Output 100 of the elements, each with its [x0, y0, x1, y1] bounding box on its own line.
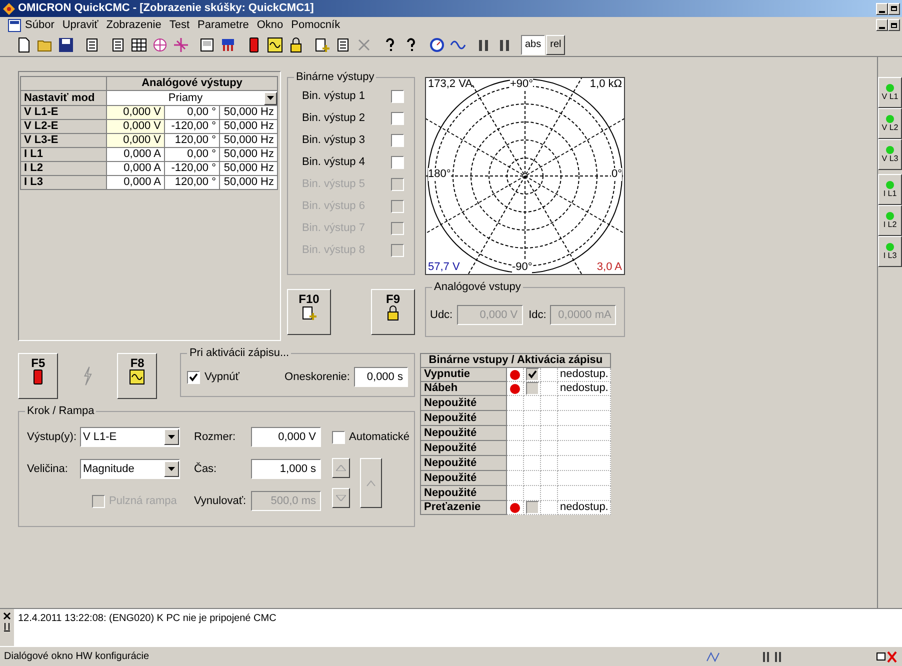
f9-button[interactable]: F9: [371, 289, 415, 335]
channel-button[interactable]: I L3: [878, 236, 902, 267]
checkbox[interactable]: [526, 501, 538, 514]
led-icon: [886, 84, 894, 92]
led-icon: [510, 502, 520, 512]
toolbar-toggle[interactable]: rel: [546, 34, 566, 54]
f5-button[interactable]: F5: [18, 353, 58, 399]
up-triangle-icon: [336, 465, 346, 471]
ramp-button[interactable]: [360, 458, 382, 508]
pin-icon[interactable]: [3, 622, 11, 632]
output-label: Bin. výstup 3: [302, 134, 365, 147]
ramp-icon: [366, 479, 376, 487]
sine-wave-icon: [267, 36, 283, 52]
channel-button[interactable]: I L1: [878, 174, 902, 205]
table-cell[interactable]: 120,00 °: [164, 134, 220, 148]
checkbox[interactable]: [187, 370, 200, 384]
f8-button[interactable]: F8: [117, 353, 158, 399]
table-cell[interactable]: 50,000 Hz: [220, 120, 278, 134]
mode-dropdown[interactable]: Priamy: [107, 91, 277, 105]
grid-icon: [131, 36, 147, 52]
checkbox[interactable]: [526, 382, 538, 395]
output-label: Bin. výstup 4: [302, 156, 365, 169]
trip-label: Vypnúť: [204, 370, 240, 385]
polar-icon: [152, 36, 168, 52]
power-reading: 173,2 VA: [428, 78, 472, 91]
table-cell[interactable]: 50,000 Hz: [220, 134, 278, 148]
page-plus-icon: [301, 305, 317, 321]
input-field[interactable]: 0,000 s: [354, 367, 408, 387]
table-cell[interactable]: 50,000 Hz: [220, 106, 278, 120]
circle-icon: [429, 36, 445, 52]
menu-item[interactable]: Súbor: [21, 18, 58, 32]
row-header: Nepoužité: [420, 486, 506, 500]
checkbox[interactable]: [92, 494, 105, 508]
voltage-scale: 57,7 V: [428, 261, 460, 274]
menu-item[interactable]: Zobrazenie: [102, 18, 166, 32]
checkbox[interactable]: [391, 156, 404, 169]
menu-item[interactable]: Parametre: [194, 18, 253, 32]
checkbox[interactable]: [526, 368, 538, 381]
led-icon: [510, 370, 520, 380]
table-cell[interactable]: 0,000 V: [106, 106, 164, 120]
row-header: Nepoužité: [420, 470, 506, 486]
restore-icon[interactable]: [888, 19, 900, 31]
table-cell[interactable]: -120,00 °: [164, 120, 220, 134]
table-cell[interactable]: 0,000 A: [106, 162, 164, 176]
checkbox[interactable]: [391, 134, 404, 147]
padlock-icon: [385, 305, 401, 321]
table-cell[interactable]: 0,000 V: [106, 120, 164, 134]
table-cell[interactable]: -120,00 °: [164, 162, 220, 176]
row-header: Nábeh: [420, 382, 506, 396]
table-cell[interactable]: 50,000 Hz: [220, 148, 278, 162]
channel-button[interactable]: V L2: [878, 108, 902, 139]
table-cell[interactable]: 0,00 °: [164, 106, 220, 120]
step-up-button[interactable]: [332, 458, 350, 478]
minimize-icon[interactable]: [876, 19, 888, 31]
restore-icon[interactable]: [888, 2, 900, 14]
f10-button[interactable]: F10: [287, 289, 331, 335]
input-field[interactable]: 0,000 V: [251, 427, 321, 447]
table-cell[interactable]: 0,000 A: [106, 176, 164, 190]
crosshair-icon: [173, 36, 189, 52]
menu-item[interactable]: Okno: [252, 18, 288, 32]
table-cell[interactable]: 50,000 Hz: [220, 176, 278, 190]
window-title: OMICRON QuickCMC - [Zobrazenie skúšky: QuickCMC1]: [18, 2, 315, 15]
row-header: Nepoužité: [420, 440, 506, 456]
wave-icon: [706, 650, 722, 662]
dropdown[interactable]: V L1-E: [80, 427, 180, 447]
toolbar-toggle[interactable]: abs: [521, 34, 546, 54]
channel-button[interactable]: I L2: [878, 205, 902, 236]
dropdown[interactable]: Magnitude: [80, 459, 180, 479]
close-icon[interactable]: [3, 612, 11, 620]
row-header: Vypnutie: [420, 368, 506, 382]
checkbox[interactable]: [391, 112, 404, 125]
step-down-button[interactable]: [332, 488, 350, 508]
angle-label: +90°: [510, 78, 534, 91]
angle-label: 0°: [611, 168, 622, 181]
row-header: Nepoužité: [420, 456, 506, 470]
menu-item[interactable]: Test: [165, 18, 194, 32]
table-header: Analógové výstupy: [106, 76, 278, 90]
table-cell[interactable]: 50,000 Hz: [220, 162, 278, 176]
channel-button[interactable]: V L3: [878, 139, 902, 170]
row-header: Nepoužité: [420, 426, 506, 440]
checkbox[interactable]: [391, 90, 404, 103]
menu-item[interactable]: Pomocník: [287, 18, 344, 32]
impedance-reading: 1,0 kΩ: [590, 78, 622, 91]
menu-item[interactable]: Upraviť: [58, 18, 102, 32]
row-header: I L3: [20, 176, 106, 190]
row-header: Nepoužité: [420, 410, 506, 426]
group-title: Krok / Rampa: [25, 404, 96, 418]
channel-button[interactable]: V L1: [878, 77, 902, 108]
reset-label: Vynulovať:: [194, 494, 248, 509]
table-cell[interactable]: 0,00 °: [164, 148, 220, 162]
minimize-icon[interactable]: [876, 2, 888, 14]
toolbar-button[interactable]: [265, 34, 285, 54]
table-cell[interactable]: 120,00 °: [164, 176, 220, 190]
checkbox[interactable]: [332, 430, 345, 444]
led-icon: [886, 146, 894, 154]
page-icon: [335, 36, 351, 52]
angle-label: 180°: [428, 168, 451, 181]
table-cell[interactable]: 0,000 A: [106, 148, 164, 162]
table-cell[interactable]: 0,000 V: [106, 134, 164, 148]
input-field[interactable]: 1,000 s: [251, 459, 321, 479]
